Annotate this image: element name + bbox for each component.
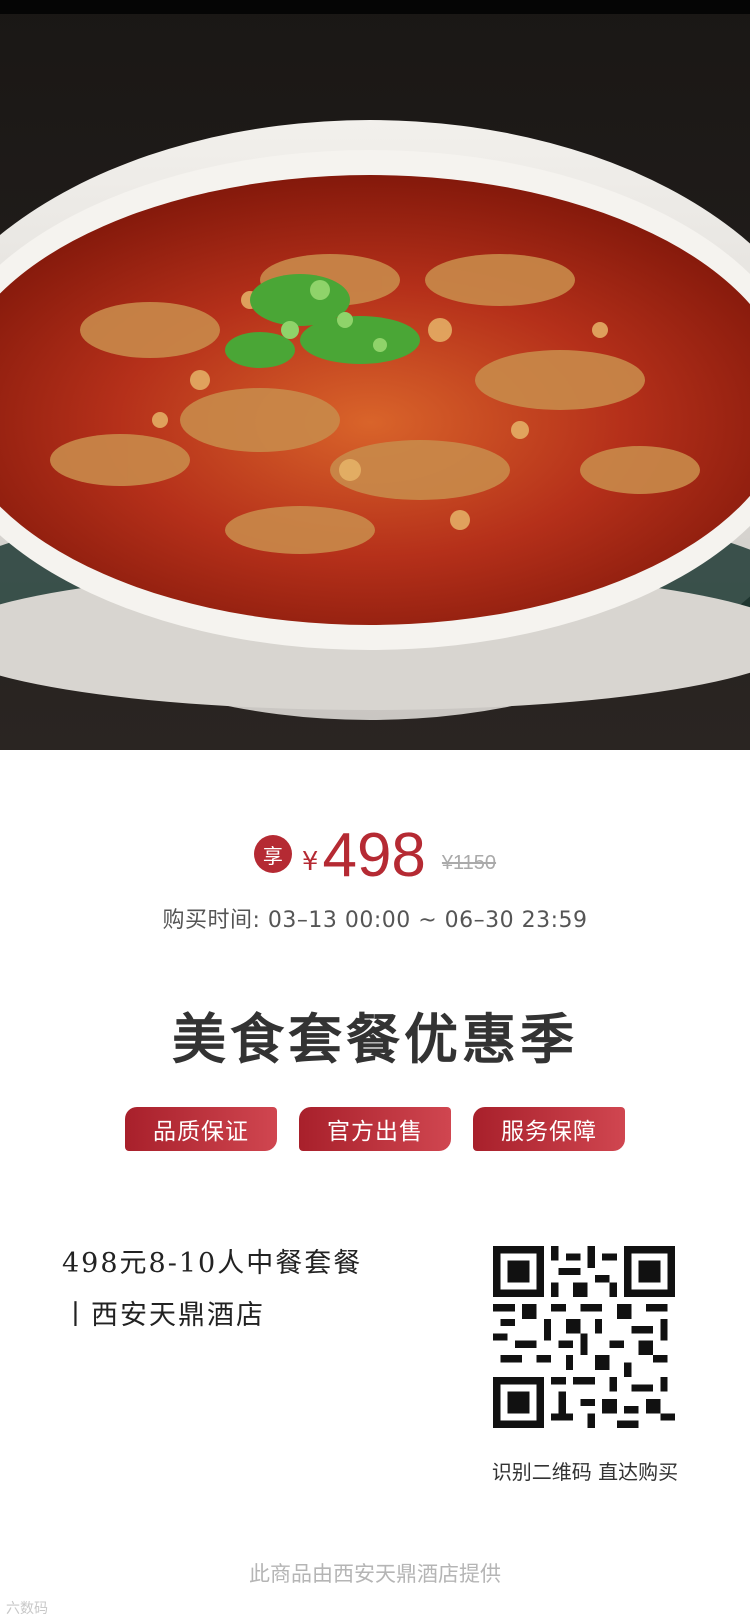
- tag-quality: 品质保证: [125, 1107, 277, 1151]
- product-name-line1: 498元8-10人中餐套餐: [62, 1248, 363, 1279]
- discount-badge: 享: [253, 835, 292, 873]
- purchase-time: 购买时间: 03–13 00:00 ~ 06–30 23:59: [162, 908, 588, 933]
- qr-code[interactable]: [493, 1246, 675, 1428]
- original-price: ¥1150: [441, 852, 497, 874]
- current-price: 498: [322, 821, 426, 890]
- product-name-line2: 丨西安天鼎酒店: [62, 1300, 265, 1331]
- tag-service: 服务保障: [473, 1107, 625, 1151]
- provider-footer: 此商品由西安天鼎酒店提供: [249, 1562, 501, 1586]
- product-name: 498元8-10人中餐套餐 丨西安天鼎酒店: [62, 1238, 422, 1342]
- hero-food-image: [0, 0, 750, 750]
- qr-caption: 识别二维码 直达购买: [491, 1460, 679, 1484]
- currency-symbol: ¥: [301, 847, 319, 877]
- watermark: 六数码: [6, 1601, 48, 1617]
- page-title: 美食套餐优惠季: [172, 1008, 578, 1071]
- guarantee-tags: 品质保证 官方出售 服务保障: [0, 1107, 750, 1151]
- qr-code-icon: [493, 1246, 675, 1428]
- price-row: 享 ¥ 498 ¥1150: [0, 825, 750, 887]
- tag-official: 官方出售: [299, 1107, 451, 1151]
